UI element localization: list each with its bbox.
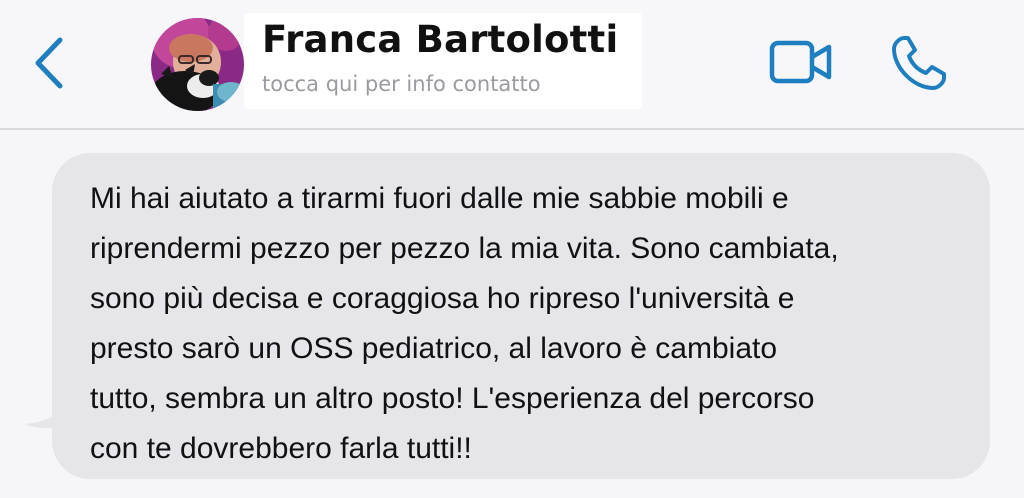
contact-info-hint[interactable]: tocca qui per info contatto — [262, 72, 541, 96]
message-line: riprendermi pezzo per pezzo la mia vita.… — [90, 232, 839, 265]
contact-avatar[interactable] — [151, 18, 244, 111]
contact-name[interactable]: Franca Bartolotti — [262, 18, 618, 61]
message-line: presto sarò un OSS pediatrico, al lavoro… — [90, 332, 778, 365]
message-text: Mi hai aiutato a tirarmi fuori dalle mie… — [90, 174, 970, 474]
back-button[interactable] — [26, 30, 70, 96]
message-line: Mi hai aiutato a tirarmi fuori dalle mie… — [90, 182, 789, 215]
avatar-photo — [151, 18, 244, 111]
video-call-button[interactable] — [768, 38, 834, 86]
message-line: con te dovrebbero farla tutti!! — [90, 432, 472, 465]
message-line: tutto, sembra un altro posto! L'esperien… — [90, 382, 815, 415]
phone-icon — [892, 36, 946, 90]
message-line: sono più decisa e coraggiosa ho ripreso … — [90, 282, 795, 315]
voice-call-button[interactable] — [890, 34, 948, 92]
chevron-left-icon — [35, 37, 63, 89]
video-camera-icon — [769, 40, 832, 84]
